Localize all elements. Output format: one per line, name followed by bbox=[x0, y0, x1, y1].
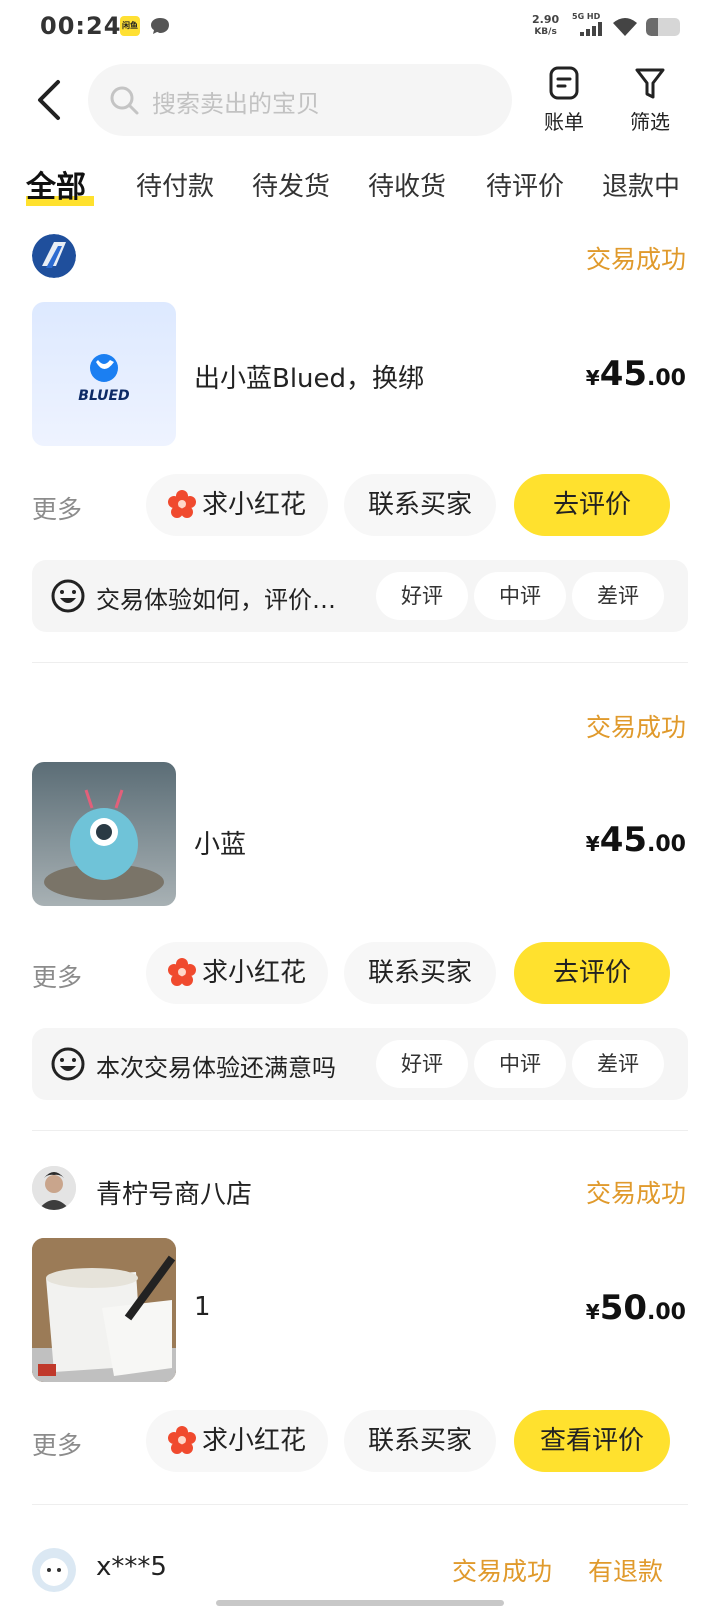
contact-buyer-button[interactable]: 联系买家 bbox=[344, 942, 496, 1004]
price-integer: 45 bbox=[599, 354, 648, 394]
order-divider bbox=[32, 1504, 688, 1505]
product-title[interactable]: 出小蓝Blued，换绑 bbox=[194, 358, 424, 395]
tab-pending-review[interactable]: 待评价 bbox=[486, 166, 564, 203]
back-icon[interactable] bbox=[30, 78, 70, 122]
price-integer: 45 bbox=[599, 820, 648, 860]
review-button[interactable]: 去评价 bbox=[514, 474, 670, 536]
filter-icon bbox=[635, 68, 665, 99]
ask-flower-label: 求小红花 bbox=[201, 490, 306, 520]
product-price: ¥45.00 bbox=[586, 354, 686, 394]
search-placeholder: 搜索卖出的宝贝 bbox=[152, 90, 320, 118]
review-button[interactable]: 去评价 bbox=[514, 942, 670, 1004]
product-title[interactable]: 1 bbox=[194, 1292, 211, 1322]
search-input[interactable]: 搜索卖出的宝贝 bbox=[88, 64, 512, 136]
search-icon bbox=[110, 86, 139, 115]
rating-bad-button[interactable]: 差评 bbox=[572, 1040, 664, 1088]
network-speed-value: 2.90 bbox=[532, 13, 560, 26]
bucket-photo-image bbox=[32, 1238, 176, 1382]
order-status: 交易成功 bbox=[585, 1179, 686, 1208]
network-type: 5G HD bbox=[572, 12, 601, 21]
message-icon bbox=[151, 18, 169, 34]
price-currency: ¥ bbox=[585, 832, 600, 856]
price-decimal: .00 bbox=[647, 366, 686, 391]
price-currency: ¥ bbox=[585, 366, 600, 390]
ask-flower-button[interactable]: 求小红花 bbox=[146, 474, 328, 536]
more-button[interactable]: 更多 bbox=[32, 1426, 82, 1462]
rating-good-button[interactable]: 好评 bbox=[376, 1040, 468, 1088]
product-thumbnail[interactable] bbox=[32, 1238, 176, 1382]
tab-pending-shipment[interactable]: 待发货 bbox=[252, 166, 330, 203]
ask-flower-label: 求小红花 bbox=[201, 1426, 306, 1456]
app-badge-icon: 闲鱼 bbox=[120, 16, 140, 36]
more-button[interactable]: 更多 bbox=[32, 490, 82, 526]
blued-logo-icon bbox=[90, 354, 118, 382]
product-title[interactable]: 小蓝 bbox=[194, 824, 246, 861]
ask-flower-button[interactable]: 求小红花 bbox=[146, 1410, 328, 1472]
order-divider bbox=[32, 662, 688, 663]
contact-buyer-button[interactable]: 联系买家 bbox=[344, 1410, 496, 1472]
tab-pending-payment[interactable]: 待付款 bbox=[136, 166, 214, 203]
seller-name[interactable]: 青柠号商八店 bbox=[96, 1174, 252, 1211]
price-decimal: .00 bbox=[647, 1300, 686, 1325]
home-indicator[interactable] bbox=[216, 1600, 504, 1606]
signal-icon bbox=[580, 22, 602, 36]
tab-all[interactable]: 全部 bbox=[26, 162, 86, 206]
avatar[interactable] bbox=[32, 234, 76, 278]
product-price: ¥45.00 bbox=[586, 820, 686, 860]
rating-prompt: 交易体验如何，评价… bbox=[96, 586, 336, 614]
price-currency: ¥ bbox=[585, 1300, 600, 1324]
rating-bar: 交易体验如何，评价… 好评 中评 差评 bbox=[32, 560, 688, 632]
flower-icon bbox=[167, 489, 196, 518]
refund-status: 有退款 bbox=[588, 1557, 664, 1586]
flower-icon bbox=[167, 957, 196, 986]
order-card: 交易成功 小蓝 ¥45.00 更多 求小红花 联系买家 去评价 本次交易体验还满… bbox=[0, 700, 720, 1130]
network-speed: 2.90 KB/s bbox=[532, 14, 559, 38]
order-status: 交易成功 bbox=[585, 245, 686, 274]
rating-bad-button[interactable]: 差评 bbox=[572, 572, 664, 620]
status-bar: 00:24 闲鱼 2.90 KB/s 5G HD bbox=[0, 0, 720, 56]
seller-name[interactable]: x***5 bbox=[96, 1552, 167, 1582]
network-speed-unit: KB/s bbox=[534, 27, 557, 37]
filter-label: 筛选 bbox=[630, 110, 670, 134]
order-card: 交易成功 BLUED 出小蓝Blued，换绑 ¥45.00 更多 求小红花 联系… bbox=[0, 228, 720, 660]
smile-face-icon bbox=[51, 1047, 85, 1081]
order-tabs: 全部 待付款 待发货 待收货 待评价 退款中 bbox=[0, 160, 720, 216]
view-review-button[interactable]: 查看评价 bbox=[514, 1410, 670, 1472]
product-price: ¥50.00 bbox=[586, 1288, 686, 1328]
blue-creature-image bbox=[44, 789, 164, 900]
status-time: 00:24 bbox=[40, 12, 122, 40]
rating-good-button[interactable]: 好评 bbox=[376, 572, 468, 620]
sold-orders-page: 00:24 闲鱼 2.90 KB/s 5G HD 搜索卖出的宝贝 账单 筛选 全… bbox=[0, 0, 720, 1612]
bill-label: 账单 bbox=[544, 110, 584, 134]
rating-bar: 本次交易体验还满意吗 好评 中评 差评 bbox=[32, 1028, 688, 1100]
product-thumbnail[interactable]: BLUED bbox=[32, 302, 176, 446]
order-status: 交易成功 bbox=[452, 1557, 553, 1586]
more-button[interactable]: 更多 bbox=[32, 958, 82, 994]
bill-button[interactable]: 账单 bbox=[534, 64, 594, 136]
rating-prompt: 本次交易体验还满意吗 bbox=[96, 1054, 336, 1082]
tab-pending-receipt[interactable]: 待收货 bbox=[368, 166, 446, 203]
ask-flower-button[interactable]: 求小红花 bbox=[146, 942, 328, 1004]
bill-icon bbox=[549, 66, 579, 100]
rating-neutral-button[interactable]: 中评 bbox=[474, 572, 566, 620]
tab-refunding[interactable]: 退款中 bbox=[602, 166, 680, 203]
order-card: 青柠号商八店 交易成功 1 ¥50.00 更多 求小红花 联系买家 查看评价 bbox=[0, 1160, 720, 1500]
order-divider bbox=[32, 1130, 688, 1131]
smile-face-icon bbox=[51, 579, 85, 613]
order-status: 交易成功 bbox=[585, 713, 686, 742]
flower-icon bbox=[167, 1425, 196, 1454]
avatar[interactable] bbox=[32, 1548, 76, 1592]
rating-neutral-button[interactable]: 中评 bbox=[474, 1040, 566, 1088]
ask-flower-label: 求小红花 bbox=[201, 958, 306, 988]
contact-buyer-button[interactable]: 联系买家 bbox=[344, 474, 496, 536]
thumbnail-brand: BLUED bbox=[78, 388, 130, 404]
avatar[interactable] bbox=[32, 1166, 76, 1210]
filter-button[interactable]: 筛选 bbox=[620, 64, 680, 136]
price-integer: 50 bbox=[599, 1288, 648, 1328]
wifi-icon bbox=[613, 18, 637, 36]
battery-icon bbox=[646, 18, 680, 36]
price-decimal: .00 bbox=[647, 832, 686, 857]
battery-level bbox=[646, 18, 658, 36]
product-thumbnail[interactable] bbox=[32, 762, 176, 906]
